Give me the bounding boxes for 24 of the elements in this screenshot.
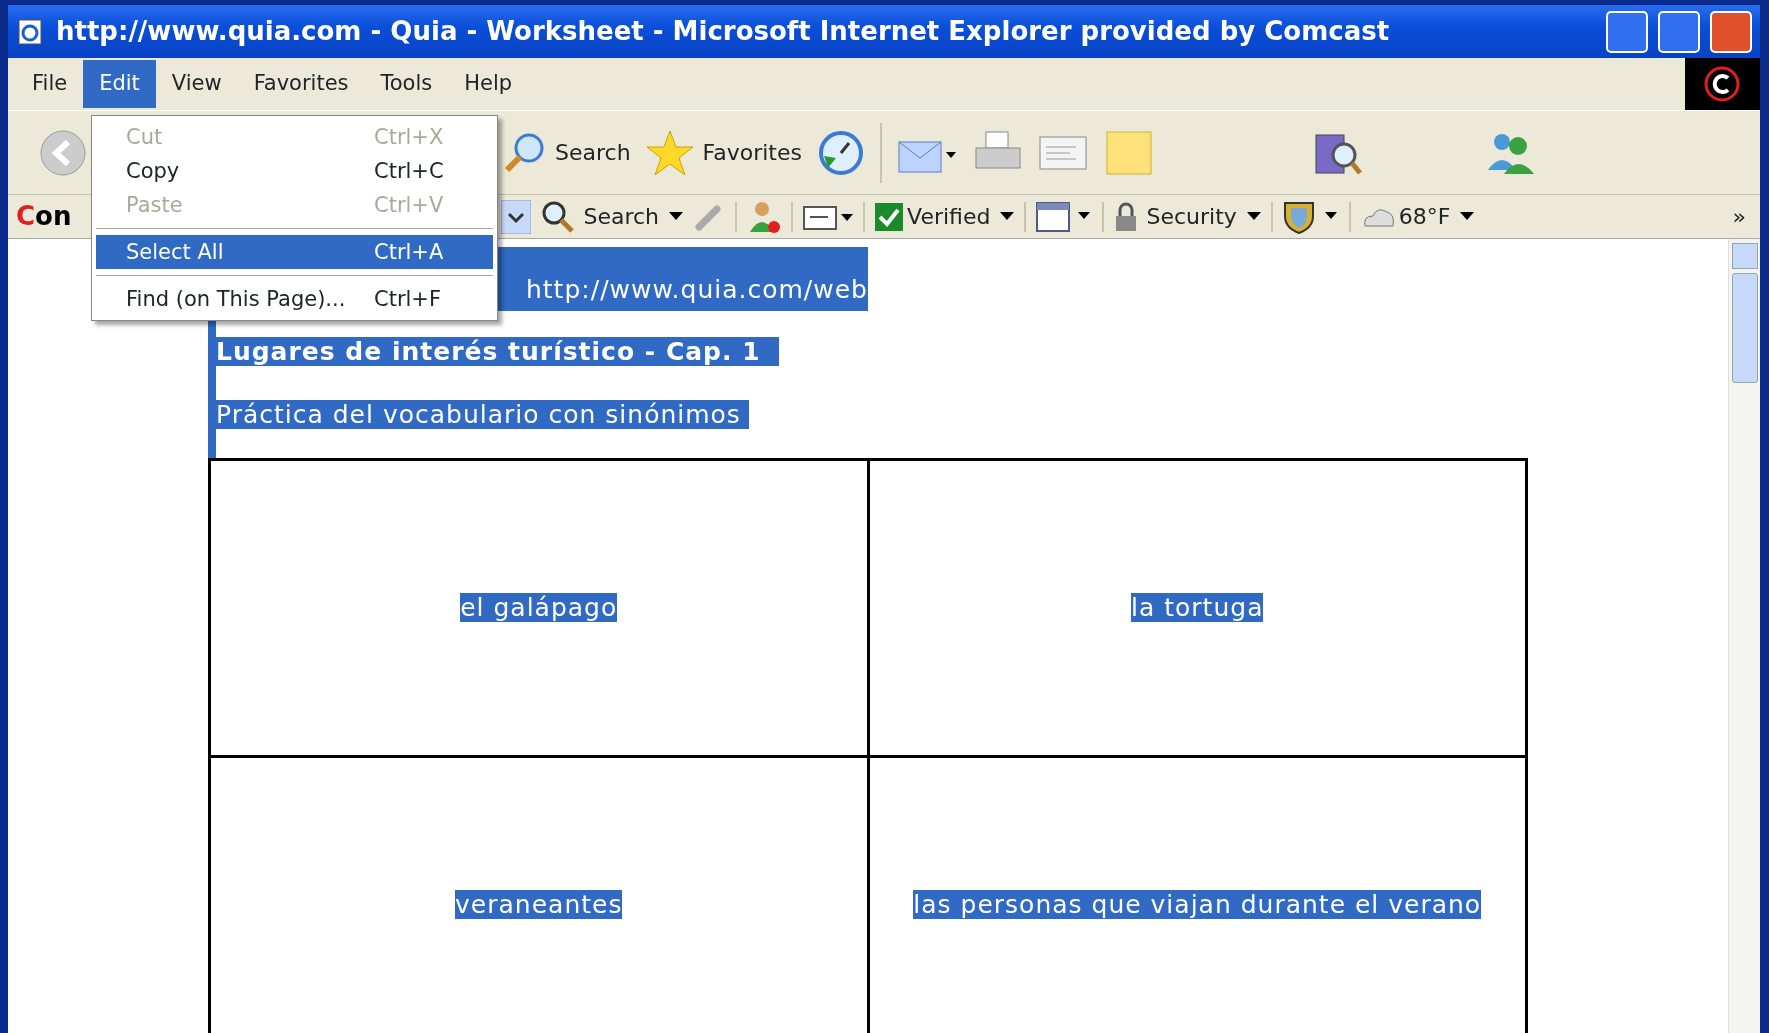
menu-item[interactable]: Edit bbox=[83, 60, 156, 108]
table-cell-text: las personas que viajan durante el verano bbox=[913, 889, 1482, 919]
menu-item[interactable]: File bbox=[16, 60, 84, 108]
menu-item[interactable]: Find (on This Page)... Ctrl+F bbox=[96, 282, 493, 316]
window-title: http://www.quia.com - Quia - Worksheet - Microsoft Internet Explorer provided by Comcast bbox=[56, 15, 1391, 48]
page-subheading: Práctica del vocabulario con sinónimos bbox=[216, 400, 749, 429]
menu-item[interactable]: Help bbox=[448, 60, 529, 108]
verified-button[interactable]: Verified bbox=[875, 200, 991, 233]
menu-item[interactable]: Favorites bbox=[237, 60, 365, 108]
menu-item[interactable]: Copy Ctrl+C bbox=[96, 154, 493, 188]
search-button[interactable]: Search bbox=[502, 130, 631, 175]
table-cell-text: veraneantes bbox=[455, 889, 623, 919]
table-cell-text: el galápago bbox=[460, 592, 618, 622]
menu-item[interactable]: View bbox=[155, 60, 238, 108]
overflow-chevron[interactable]: » bbox=[1732, 200, 1746, 233]
menu-item[interactable]: Select All Ctrl+A bbox=[96, 235, 493, 269]
search-button[interactable]: Search bbox=[541, 199, 660, 234]
comcast-logo: Con bbox=[16, 200, 72, 233]
security-button[interactable]: Security bbox=[1114, 200, 1237, 233]
page-heading: Lugares de interés turístico - Cap. 1 bbox=[216, 336, 779, 366]
weather-button[interactable]: 68°F bbox=[1360, 200, 1451, 233]
menu-item[interactable]: Tools bbox=[364, 60, 449, 108]
table-cell-text: la tortuga bbox=[1131, 592, 1264, 622]
favorites-button[interactable]: Favorites bbox=[644, 128, 802, 177]
